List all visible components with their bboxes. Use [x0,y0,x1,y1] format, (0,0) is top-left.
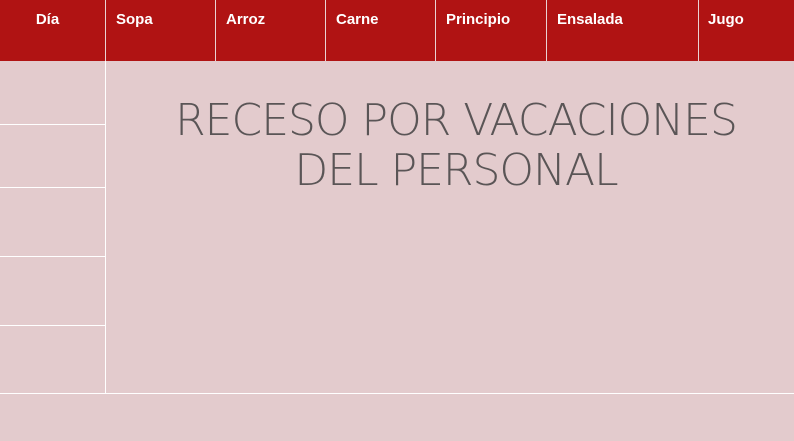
header-carne: Carne [325,0,435,61]
day-row-2 [0,125,105,188]
header-jugo: Jugo [698,0,794,61]
menu-table: Día Sopa Arroz Carne Principio Ensalada … [0,0,794,441]
header-principio: Principio [435,0,546,61]
header-sopa: Sopa [105,0,215,61]
day-row-3 [0,188,105,257]
header-dia-label: Día [35,11,60,28]
table-bottom-divider [0,393,794,394]
table-header-row: Día Sopa Arroz Carne Principio Ensalada … [0,0,794,61]
day-row-1 [0,61,105,125]
header-dia: Día [0,0,105,61]
header-ensalada-label: Ensalada [557,11,623,28]
vacation-notice: RECESO POR VACACIONES DEL PERSONAL [175,95,738,196]
header-arroz-label: Arroz [226,11,266,28]
header-sopa-label: Sopa [116,11,153,28]
day-column [0,61,106,394]
day-row-4 [0,257,105,326]
header-arroz: Arroz [215,0,325,61]
header-jugo-label: Jugo [708,11,744,28]
header-ensalada: Ensalada [546,0,698,61]
header-carne-label: Carne [336,11,379,28]
header-principio-label: Principio [446,11,511,28]
